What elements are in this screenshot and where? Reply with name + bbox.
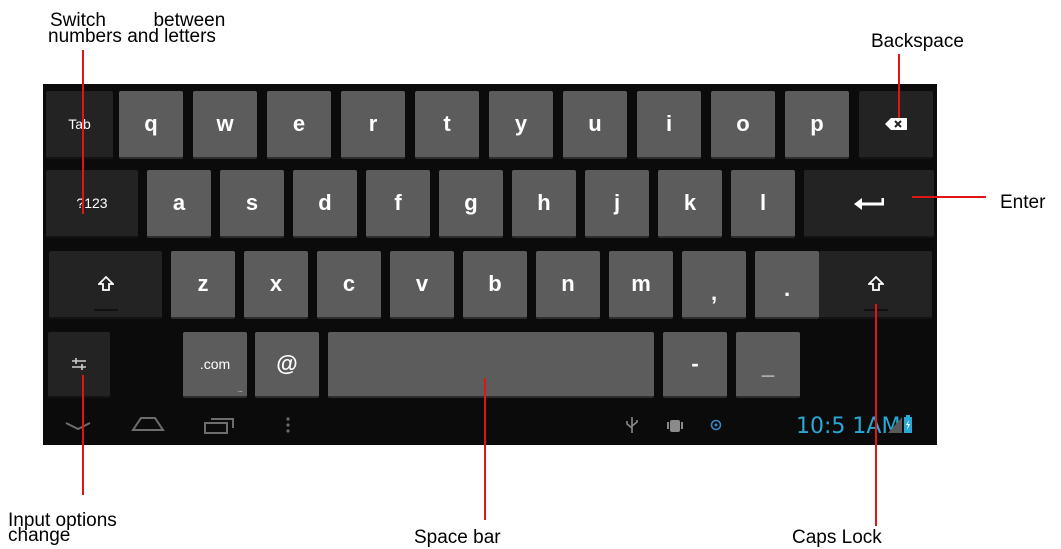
key-x[interactable]: x bbox=[244, 251, 308, 319]
key-b[interactable]: b bbox=[463, 251, 527, 319]
key-n[interactable]: n bbox=[536, 251, 600, 319]
numbers-toggle-key[interactable]: ?123 bbox=[46, 170, 138, 238]
input-options-annotation-line2: change bbox=[8, 525, 71, 546]
shift-arrow-icon bbox=[97, 276, 114, 291]
enter-key[interactable] bbox=[804, 170, 934, 238]
key-v[interactable]: v bbox=[390, 251, 454, 319]
dotcom-key-label: .com bbox=[199, 356, 231, 372]
key-dash[interactable]: - bbox=[663, 332, 727, 398]
sync-icon bbox=[710, 419, 722, 431]
backspace-icon bbox=[885, 118, 907, 130]
key-d[interactable]: d bbox=[293, 170, 357, 238]
key-g[interactable]: g bbox=[439, 170, 503, 238]
input-options-key[interactable] bbox=[48, 332, 110, 398]
caps-lock-annotation: Caps Lock bbox=[792, 527, 882, 548]
key-e[interactable]: e bbox=[267, 91, 331, 159]
enter-arrow-icon bbox=[854, 198, 884, 210]
key-j[interactable]: j bbox=[585, 170, 649, 238]
key-i[interactable]: i bbox=[637, 91, 701, 159]
key-m[interactable]: m bbox=[609, 251, 673, 319]
shift-indicator bbox=[93, 309, 118, 311]
tab-key[interactable]: Tab bbox=[46, 91, 113, 159]
menu-dots-icon[interactable] bbox=[285, 417, 291, 433]
space-bar-annotation: Space bar bbox=[414, 527, 501, 548]
key-underscore[interactable]: _ bbox=[736, 332, 800, 398]
switch-pointer-line bbox=[82, 50, 84, 214]
usb-icon bbox=[626, 417, 638, 433]
input-options-pointer-line bbox=[82, 375, 84, 495]
key-t[interactable]: t bbox=[415, 91, 479, 159]
battery-icon bbox=[904, 415, 912, 433]
switch-annotation-line2: numbers and letters bbox=[48, 26, 216, 47]
dotcom-key[interactable]: .com ... bbox=[183, 332, 247, 398]
key-q[interactable]: q bbox=[119, 91, 183, 159]
key-w[interactable]: w bbox=[193, 91, 257, 159]
key-o[interactable]: o bbox=[711, 91, 775, 159]
key-r[interactable]: r bbox=[341, 91, 405, 159]
space-bar-pointer-line bbox=[484, 378, 486, 520]
recent-apps-icon[interactable] bbox=[203, 416, 235, 434]
android-debug-icon bbox=[667, 420, 683, 432]
key-a[interactable]: a bbox=[147, 170, 211, 238]
key-l[interactable]: l bbox=[731, 170, 795, 238]
key-at[interactable]: @ bbox=[255, 332, 319, 398]
home-icon[interactable] bbox=[131, 416, 165, 432]
dotcom-more-indicator: ... bbox=[237, 384, 242, 394]
signal-icon bbox=[888, 417, 902, 433]
key-u[interactable]: u bbox=[563, 91, 627, 159]
backspace-key[interactable] bbox=[859, 91, 933, 159]
keyboard-screen: Tab q w e r t y u i o p ?123 a s d f g h… bbox=[43, 84, 937, 445]
shift-left-key[interactable] bbox=[49, 251, 162, 319]
key-s[interactable]: s bbox=[220, 170, 284, 238]
backspace-pointer-line bbox=[898, 54, 900, 118]
space-bar-key[interactable] bbox=[328, 332, 654, 398]
back-chevron-icon[interactable] bbox=[65, 420, 91, 432]
key-p[interactable]: p bbox=[785, 91, 849, 159]
key-comma[interactable]: , bbox=[682, 251, 746, 319]
caps-lock-pointer-line bbox=[875, 304, 877, 526]
key-f[interactable]: f bbox=[366, 170, 430, 238]
input-options-icon bbox=[72, 358, 86, 370]
shift-arrow-icon bbox=[867, 276, 884, 291]
key-y[interactable]: y bbox=[489, 91, 553, 159]
enter-pointer-line bbox=[912, 196, 986, 198]
key-c[interactable]: c bbox=[317, 251, 381, 319]
key-h[interactable]: h bbox=[512, 170, 576, 238]
backspace-annotation: Backspace bbox=[871, 31, 964, 52]
enter-annotation: Enter bbox=[1000, 192, 1046, 213]
key-z[interactable]: z bbox=[171, 251, 235, 319]
key-period[interactable]: . bbox=[755, 251, 819, 319]
status-clock: 10:5 1AM bbox=[796, 414, 901, 439]
key-k[interactable]: k bbox=[658, 170, 722, 238]
